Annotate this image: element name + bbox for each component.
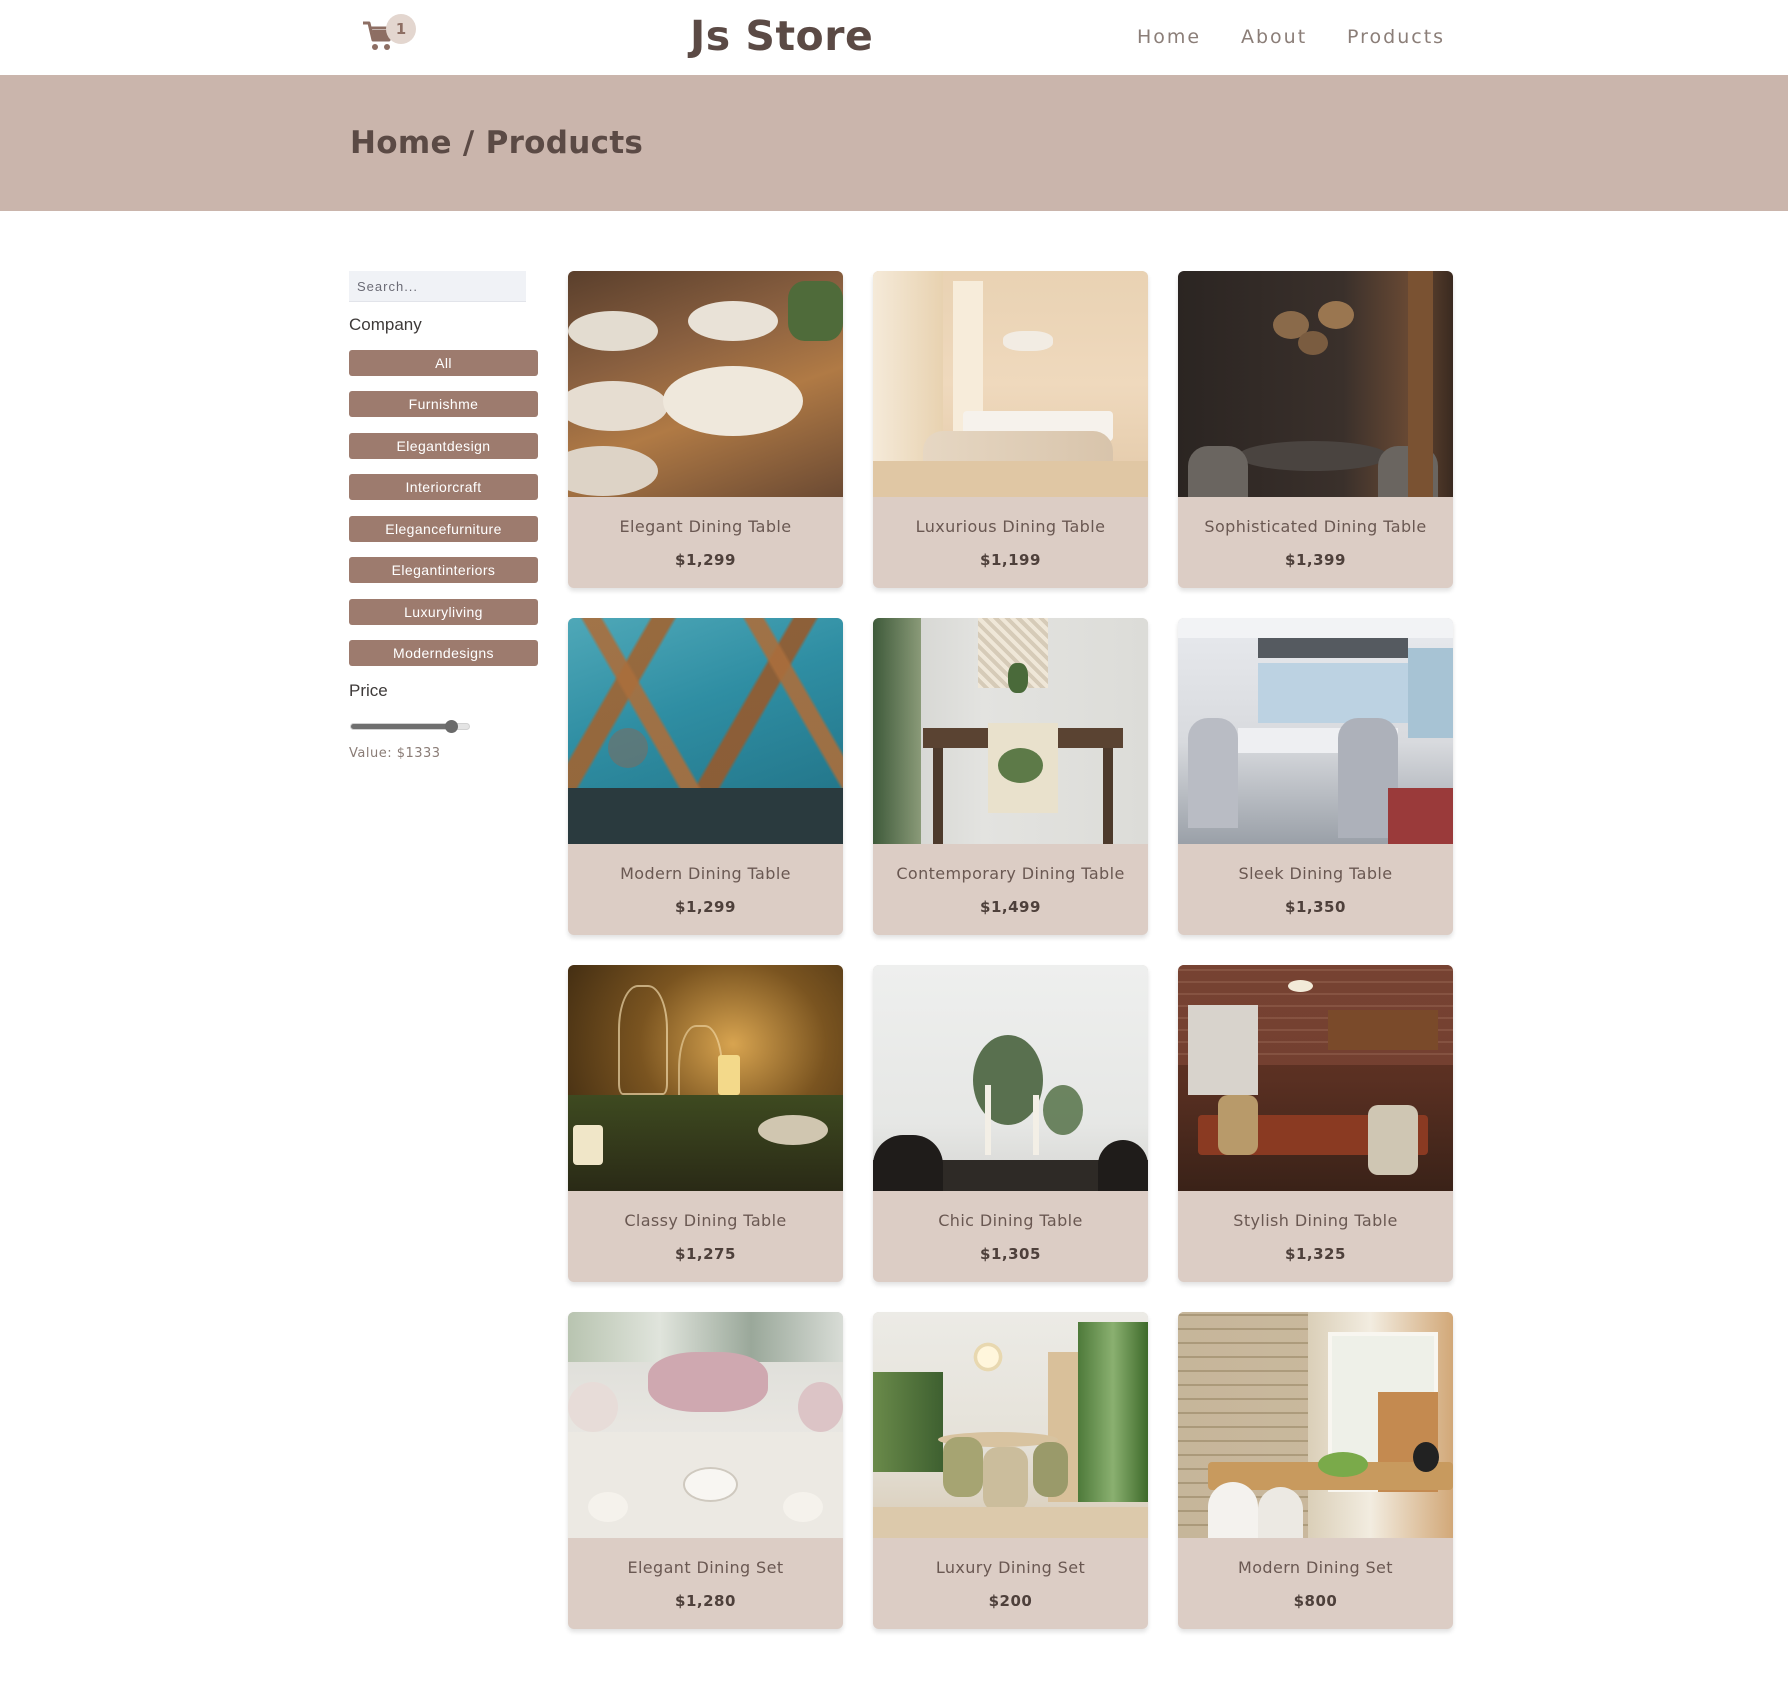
price-value: Value: $1333 — [349, 746, 441, 761]
product-name: Elegant Dining Table — [619, 517, 792, 536]
product-card[interactable]: Luxury Dining Set $200 — [873, 1312, 1148, 1629]
price-slider-fill — [351, 724, 453, 729]
company-button-moderndesigns[interactable]: Moderndesigns — [349, 640, 538, 666]
product-image[interactable] — [873, 271, 1148, 497]
product-image[interactable] — [568, 271, 843, 497]
product-name: Modern Dining Set — [1238, 1558, 1393, 1577]
nav-home[interactable]: Home — [1137, 26, 1201, 48]
company-button-all[interactable]: All — [349, 350, 538, 376]
product-name: Elegant Dining Set — [627, 1558, 784, 1577]
product-card[interactable]: Luxurious Dining Table $1,199 — [873, 271, 1148, 588]
product-name: Luxurious Dining Table — [915, 517, 1106, 536]
product-card[interactable]: Chic Dining Table $1,305 — [873, 965, 1148, 1282]
product-card[interactable]: Classy Dining Table $1,275 — [568, 965, 843, 1282]
nav-about[interactable]: About — [1241, 26, 1307, 48]
product-price: $1,499 — [980, 898, 1041, 916]
product-name: Chic Dining Table — [938, 1211, 1083, 1230]
product-card[interactable]: Elegant Dining Set $1,280 — [568, 1312, 843, 1629]
product-image[interactable] — [1178, 271, 1453, 497]
product-price: $1,325 — [1285, 1245, 1346, 1263]
product-price: $1,199 — [980, 551, 1041, 569]
price-slider-thumb[interactable] — [445, 720, 459, 733]
cart-button[interactable]: 1 — [362, 14, 416, 54]
product-card[interactable]: Elegant Dining Table $1,299 — [568, 271, 843, 588]
breadcrumb: Home / Products — [350, 125, 644, 161]
product-price: $1,299 — [675, 551, 736, 569]
product-name: Classy Dining Table — [624, 1211, 787, 1230]
header: 1 Js Store Home About Products — [0, 0, 1788, 75]
product-card[interactable]: Sophisticated Dining Table $1,399 — [1178, 271, 1453, 588]
product-price: $1,399 — [1285, 551, 1346, 569]
brand-logo[interactable]: Js Store — [690, 12, 873, 60]
company-button-elegantdesign[interactable]: Elegantdesign — [349, 433, 538, 459]
company-button-elegantinteriors[interactable]: Elegantinteriors — [349, 557, 538, 583]
product-card[interactable]: Sleek Dining Table $1,350 — [1178, 618, 1453, 935]
product-card[interactable]: Contemporary Dining Table $1,499 — [873, 618, 1148, 935]
nav-products[interactable]: Products — [1347, 26, 1445, 48]
product-price: $1,299 — [675, 898, 736, 916]
company-button-interiorcraft[interactable]: Interiorcraft — [349, 474, 538, 500]
product-price: $1,275 — [675, 1245, 736, 1263]
product-name: Contemporary Dining Table — [896, 864, 1125, 883]
product-name: Sleek Dining Table — [1238, 864, 1393, 883]
product-image[interactable] — [568, 965, 843, 1191]
product-name: Sophisticated Dining Table — [1204, 517, 1427, 536]
product-card[interactable]: Modern Dining Table $1,299 — [568, 618, 843, 935]
product-price: $200 — [988, 1592, 1033, 1610]
product-image[interactable] — [1178, 1312, 1453, 1538]
company-button-furnishme[interactable]: Furnishme — [349, 391, 538, 417]
product-name: Stylish Dining Table — [1233, 1211, 1398, 1230]
product-name: Modern Dining Table — [620, 864, 791, 883]
product-image[interactable] — [568, 1312, 843, 1538]
product-image[interactable] — [873, 1312, 1148, 1538]
product-image[interactable] — [873, 965, 1148, 1191]
product-card[interactable]: Modern Dining Set $800 — [1178, 1312, 1453, 1629]
search-input[interactable] — [349, 271, 526, 302]
product-image[interactable] — [568, 618, 843, 844]
product-price: $1,280 — [675, 1592, 736, 1610]
product-price: $800 — [1293, 1592, 1338, 1610]
cart-count-badge: 1 — [386, 14, 416, 44]
price-heading: Price — [349, 681, 388, 700]
product-price: $1,350 — [1285, 898, 1346, 916]
company-button-elegancefurniture[interactable]: Elegancefurniture — [349, 516, 538, 542]
company-heading: Company — [349, 315, 422, 334]
price-slider[interactable] — [350, 720, 470, 733]
product-name: Luxury Dining Set — [935, 1558, 1086, 1577]
product-image[interactable] — [873, 618, 1148, 844]
product-card[interactable]: Stylish Dining Table $1,325 — [1178, 965, 1453, 1282]
company-button-luxuryliving[interactable]: Luxuryliving — [349, 599, 538, 625]
product-price: $1,305 — [980, 1245, 1041, 1263]
product-image[interactable] — [1178, 965, 1453, 1191]
hero-banner: Home / Products — [0, 75, 1788, 211]
product-image[interactable] — [1178, 618, 1453, 844]
